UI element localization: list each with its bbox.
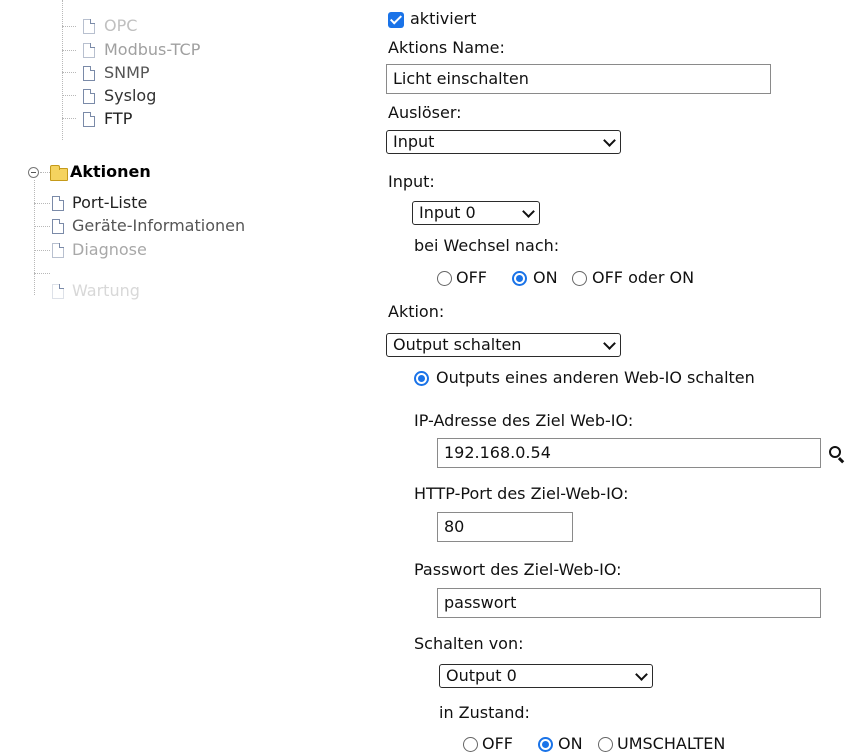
chevron-down-icon (522, 205, 535, 218)
action-name-input[interactable]: Licht einschalten (386, 64, 771, 94)
change-off-label: OFF (456, 268, 487, 287)
document-icon (83, 89, 95, 104)
collapse-icon[interactable] (28, 167, 39, 178)
state-label: in Zustand: (439, 703, 530, 722)
state-umschalten-radio[interactable] (598, 737, 613, 752)
change-off-or-on-label: OFF oder ON (592, 268, 695, 287)
change-on-radio[interactable] (512, 271, 527, 286)
input-label: Input: (388, 172, 435, 191)
document-icon (83, 112, 95, 127)
change-on-label: ON (533, 268, 558, 287)
action-label: Aktion: (388, 302, 445, 321)
document-icon (52, 243, 64, 258)
tree-item-label: OPC (104, 16, 138, 35)
tree-item-label: SNMP (104, 63, 150, 82)
action-select-value: Output schalten (393, 335, 522, 354)
document-icon (52, 219, 64, 234)
change-off-radio[interactable] (437, 271, 452, 286)
tree-item-label: Diagnose (72, 240, 147, 259)
http-port-input[interactable]: 80 (437, 512, 573, 542)
chevron-down-icon (635, 668, 648, 681)
remote-web-io-label: Outputs eines anderen Web-IO schalten (436, 368, 755, 387)
change-off-or-on-radio[interactable] (572, 271, 587, 286)
action-select[interactable]: Output schalten (386, 333, 621, 357)
trigger-label: Auslöser: (388, 103, 462, 122)
remote-web-io-radio[interactable] (414, 371, 429, 386)
tree-item-label: Aktionen (70, 162, 151, 181)
switch-output-select[interactable]: Output 0 (439, 664, 653, 688)
aktiviert-label: aktiviert (410, 9, 477, 28)
ip-label: IP-Adresse des Ziel Web-IO: (414, 411, 634, 430)
tree-item-label: Modbus-TCP (104, 40, 201, 59)
state-on-label: ON (558, 734, 583, 753)
chevron-down-icon (603, 134, 616, 147)
chevron-down-icon (603, 337, 616, 350)
aktiviert-checkbox[interactable] (388, 12, 404, 28)
tree-item-label: Port-Liste (72, 193, 148, 212)
ip-address-input[interactable]: 192.168.0.54 (437, 438, 821, 468)
trigger-select[interactable]: Input (386, 130, 621, 154)
switch-label: Schalten von: (414, 634, 524, 653)
document-icon (52, 196, 64, 211)
switch-output-value: Output 0 (446, 666, 517, 685)
state-off-label: OFF (482, 734, 513, 753)
input-select[interactable]: Input 0 (412, 201, 540, 225)
state-off-radio[interactable] (463, 737, 478, 752)
input-select-value: Input 0 (419, 203, 476, 222)
folder-open-icon (50, 165, 68, 181)
search-icon[interactable] (829, 446, 841, 458)
action-name-label: Aktions Name: (388, 38, 505, 57)
document-icon (83, 19, 95, 34)
tree-item-label: Wartung (72, 281, 140, 300)
tree-item-label: Syslog (104, 86, 157, 105)
port-label: HTTP-Port des Ziel-Web-IO: (414, 484, 629, 503)
trigger-select-value: Input (393, 132, 435, 151)
tree-item-label: Geräte-Informationen (72, 216, 246, 235)
state-on-radio[interactable] (538, 737, 553, 752)
document-icon (52, 284, 64, 299)
state-umschalten-label: UMSCHALTEN (617, 734, 726, 753)
tree-item-label: FTP (104, 109, 133, 128)
document-icon (83, 43, 95, 58)
document-icon (83, 66, 95, 81)
change-label: bei Wechsel nach: (414, 236, 560, 255)
password-input[interactable]: passwort (437, 588, 821, 618)
password-label: Passwort des Ziel-Web-IO: (414, 560, 622, 579)
